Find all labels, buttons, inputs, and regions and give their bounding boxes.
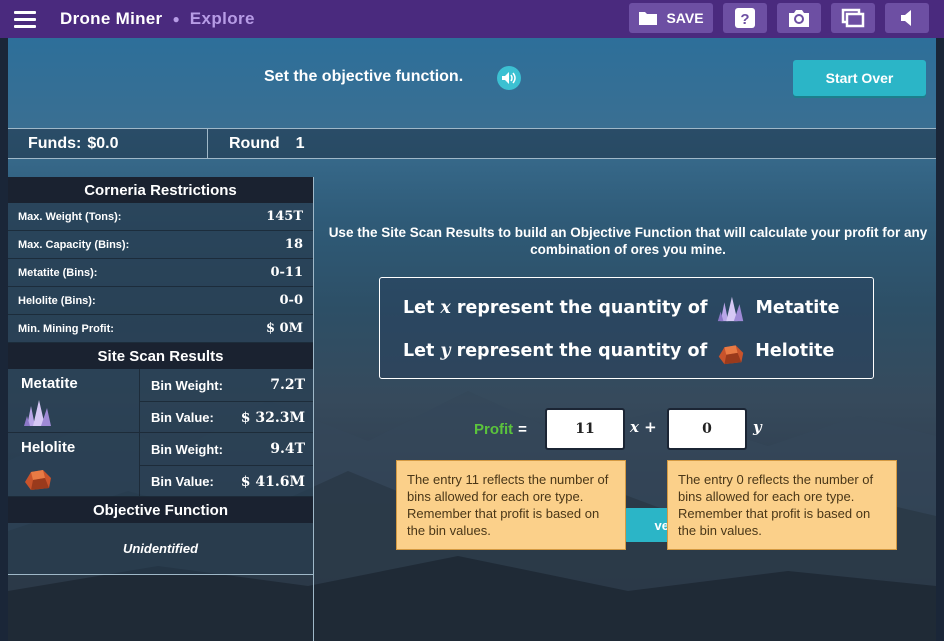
ore-stats: Bin Weight: 9.4T Bin Value: $ 41.6M (140, 433, 313, 496)
volume-button[interactable] (885, 3, 929, 33)
let-x-line: Let x represent the quantity of Metatite (403, 292, 840, 324)
save-label: SAVE (666, 10, 704, 26)
ore-header: Helolite (8, 433, 140, 496)
camera-icon (789, 10, 809, 27)
equals-sign: = (518, 420, 527, 438)
ore-name: Helolite (21, 439, 76, 456)
app-title: Drone Miner (60, 9, 163, 28)
restriction-row: Metatite (Bins): 0-11 (8, 259, 313, 287)
ore-header: Metatite (8, 369, 140, 432)
restrictions-title: Corneria Restrictions (8, 177, 313, 203)
menu-button[interactable] (0, 0, 50, 38)
funds-value: $0.0 (87, 134, 119, 152)
objective-function-title: Objective Function (8, 497, 313, 523)
variable-y: y (440, 341, 451, 361)
restriction-value: 0-0 (279, 293, 304, 308)
volume-icon (901, 10, 911, 26)
start-over-button[interactable]: Start Over (793, 60, 926, 96)
ore-name: Metatite (21, 375, 78, 392)
restriction-label: Helolite (Bins): (18, 294, 96, 307)
restriction-value: 0-11 (270, 265, 303, 280)
ore-stat-value: Bin Value: $ 32.3M (140, 401, 313, 433)
let-word: Let (403, 298, 435, 318)
let-word: Let (403, 341, 435, 361)
restriction-label: Min. Mining Profit: (18, 322, 114, 335)
window-icon (841, 8, 865, 28)
top-bar: Drone Miner ● Explore SAVE ? (0, 0, 944, 38)
header-area: Set the objective function. Start Over (8, 38, 936, 128)
separator-dot: ● (172, 12, 180, 26)
ore-label-y: Helotite (755, 341, 835, 361)
stat-label: Bin Weight: (151, 377, 223, 393)
funds-display: Funds: $0.0 (8, 129, 208, 158)
restriction-label: Max. Weight (Tons): (18, 210, 122, 223)
x-coefficient-input[interactable]: 11 (545, 408, 625, 450)
scan-title: Site Scan Results (8, 343, 313, 369)
restriction-value: 18 (284, 237, 303, 252)
stat-label: Bin Value: (151, 474, 214, 489)
restriction-value: $ 0M (265, 321, 303, 336)
left-panel: Corneria Restrictions Max. Weight (Tons)… (8, 177, 314, 641)
menu-icon-bar (14, 24, 36, 28)
help-icon: ? (735, 8, 755, 28)
funds-label: Funds: (28, 134, 82, 152)
y-feedback-tooltip: The entry 0 reflects the number of bins … (667, 460, 897, 550)
stat-value: 9.4T (270, 441, 305, 457)
instructions-text: Use the Site Scan Results to build an Ob… (328, 225, 928, 257)
variable-x: x (440, 298, 451, 318)
stat-value: $ 32.3M (240, 409, 305, 426)
stat-value: 7.2T (270, 377, 305, 393)
stat-label: Bin Weight: (151, 441, 223, 457)
window-button[interactable] (831, 3, 875, 33)
metatite-crystal-icon (718, 296, 744, 322)
objective-function-value: Unidentified (8, 523, 313, 575)
stat-label: Bin Value: (151, 410, 214, 425)
play-audio-button[interactable] (497, 66, 521, 90)
toolbar: SAVE ? (629, 3, 929, 33)
round-value: 1 (295, 134, 305, 152)
restriction-row: Max. Weight (Tons): 145T (8, 203, 313, 231)
ore-stats: Bin Weight: 7.2T Bin Value: $ 32.3M (140, 369, 313, 432)
restriction-label: Metatite (Bins): (18, 266, 98, 279)
stat-value: $ 41.6M (240, 473, 305, 490)
ore-stat-weight: Bin Weight: 9.4T (140, 433, 313, 465)
metatite-crystal-icon (24, 400, 51, 426)
x-term: x + (630, 418, 657, 436)
helolite-rock-icon (25, 470, 51, 490)
y-term: y (753, 418, 762, 436)
restriction-value: 145T (266, 209, 303, 224)
round-display: Round 1 (229, 129, 305, 158)
restriction-row: Max. Capacity (Bins): 18 (8, 231, 313, 259)
status-bar: Funds: $0.0 Round 1 (8, 128, 936, 159)
y-coefficient-input[interactable]: 0 (667, 408, 747, 450)
let-phrase: represent the quantity of (456, 341, 708, 361)
app-mode: Explore (189, 9, 255, 28)
ore-label-x: Metatite (755, 298, 840, 318)
speaker-icon (502, 72, 516, 84)
svg-text:?: ? (740, 11, 749, 28)
profit-label: Profit (474, 420, 514, 438)
ore-helolite: Helolite Bin Weight: 9.4T Bin Value: $ 4… (8, 433, 313, 497)
ore-metatite: Metatite Bin Weight: 7.2T Bin Value: $ 3… (8, 369, 313, 433)
ore-stat-weight: Bin Weight: 7.2T (140, 369, 313, 401)
help-button[interactable]: ? (723, 3, 767, 33)
ore-stat-value: Bin Value: $ 41.6M (140, 465, 313, 497)
restriction-row: Min. Mining Profit: $ 0M (8, 315, 313, 343)
save-button[interactable]: SAVE (629, 3, 713, 33)
game-stage: Set the objective function. Start Over F… (8, 38, 936, 641)
restriction-label: Max. Capacity (Bins): (18, 238, 130, 251)
menu-icon-bar (14, 17, 36, 21)
objective-prompt: Set the objective function. (264, 68, 464, 85)
x-feedback-tooltip: The entry 11 reflects the number of bins… (396, 460, 626, 550)
helolite-rock-icon (718, 345, 744, 365)
profit-equation: Profit = (474, 408, 527, 450)
folder-icon (639, 12, 658, 25)
variable-definitions: Let x represent the quantity of Metatite… (379, 277, 874, 379)
menu-icon (14, 10, 36, 14)
round-label: Round (229, 134, 280, 152)
let-phrase: represent the quantity of (456, 298, 708, 318)
screenshot-button[interactable] (777, 3, 821, 33)
let-y-line: Let y represent the quantity of Helotite (403, 335, 834, 367)
restriction-row: Helolite (Bins): 0-0 (8, 287, 313, 315)
